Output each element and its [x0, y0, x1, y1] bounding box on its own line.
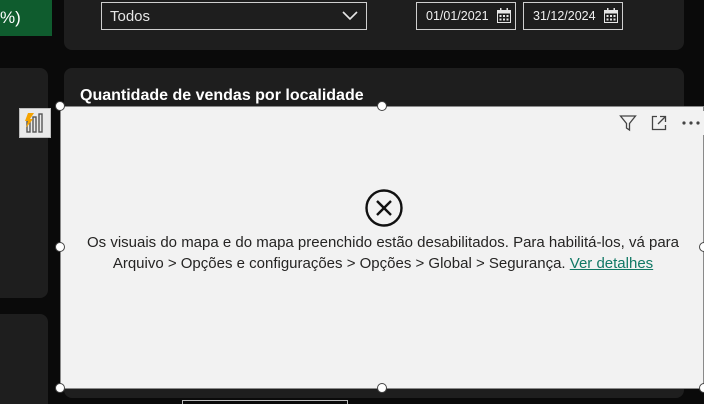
- resize-handle-top[interactable]: [377, 101, 387, 111]
- kpi-percent-text: %): [0, 8, 21, 27]
- bottom-element: [182, 400, 348, 404]
- chevron-down-icon: [342, 11, 358, 21]
- end-date-input[interactable]: 31/12/2024: [523, 2, 623, 30]
- start-date-value: 01/01/2021: [426, 9, 489, 23]
- error-message: Os visuais do mapa e do mapa preenchido …: [80, 232, 686, 274]
- filter-icon[interactable]: [615, 111, 641, 135]
- visual-title: Quantidade de vendas por localidade: [80, 87, 364, 104]
- calendar-icon[interactable]: [497, 8, 511, 23]
- end-date-value: 31/12/2024: [533, 9, 596, 23]
- details-link[interactable]: Ver detalhes: [570, 255, 653, 272]
- more-options-icon[interactable]: [678, 111, 704, 135]
- resize-handle-left[interactable]: [55, 242, 65, 252]
- visual-type-icon[interactable]: [19, 108, 51, 138]
- kpi-card: %): [0, 0, 52, 36]
- calendar-icon[interactable]: [604, 8, 618, 23]
- left-panel-bottom: [0, 314, 48, 404]
- resize-handle-bottom[interactable]: [377, 383, 387, 393]
- left-panel: [0, 68, 48, 298]
- dropdown-value: Todos: [110, 7, 151, 25]
- resize-handle-right[interactable]: [699, 242, 704, 252]
- error-icon: [365, 189, 403, 227]
- chart-icon: [25, 113, 43, 133]
- resize-handle-bottom-right[interactable]: [699, 383, 704, 393]
- category-dropdown[interactable]: Todos: [101, 2, 367, 30]
- focus-mode-icon[interactable]: [646, 111, 672, 135]
- resize-handle-top-left[interactable]: [55, 101, 65, 111]
- start-date-input[interactable]: 01/01/2021: [416, 2, 516, 30]
- resize-handle-bottom-left[interactable]: [55, 383, 65, 393]
